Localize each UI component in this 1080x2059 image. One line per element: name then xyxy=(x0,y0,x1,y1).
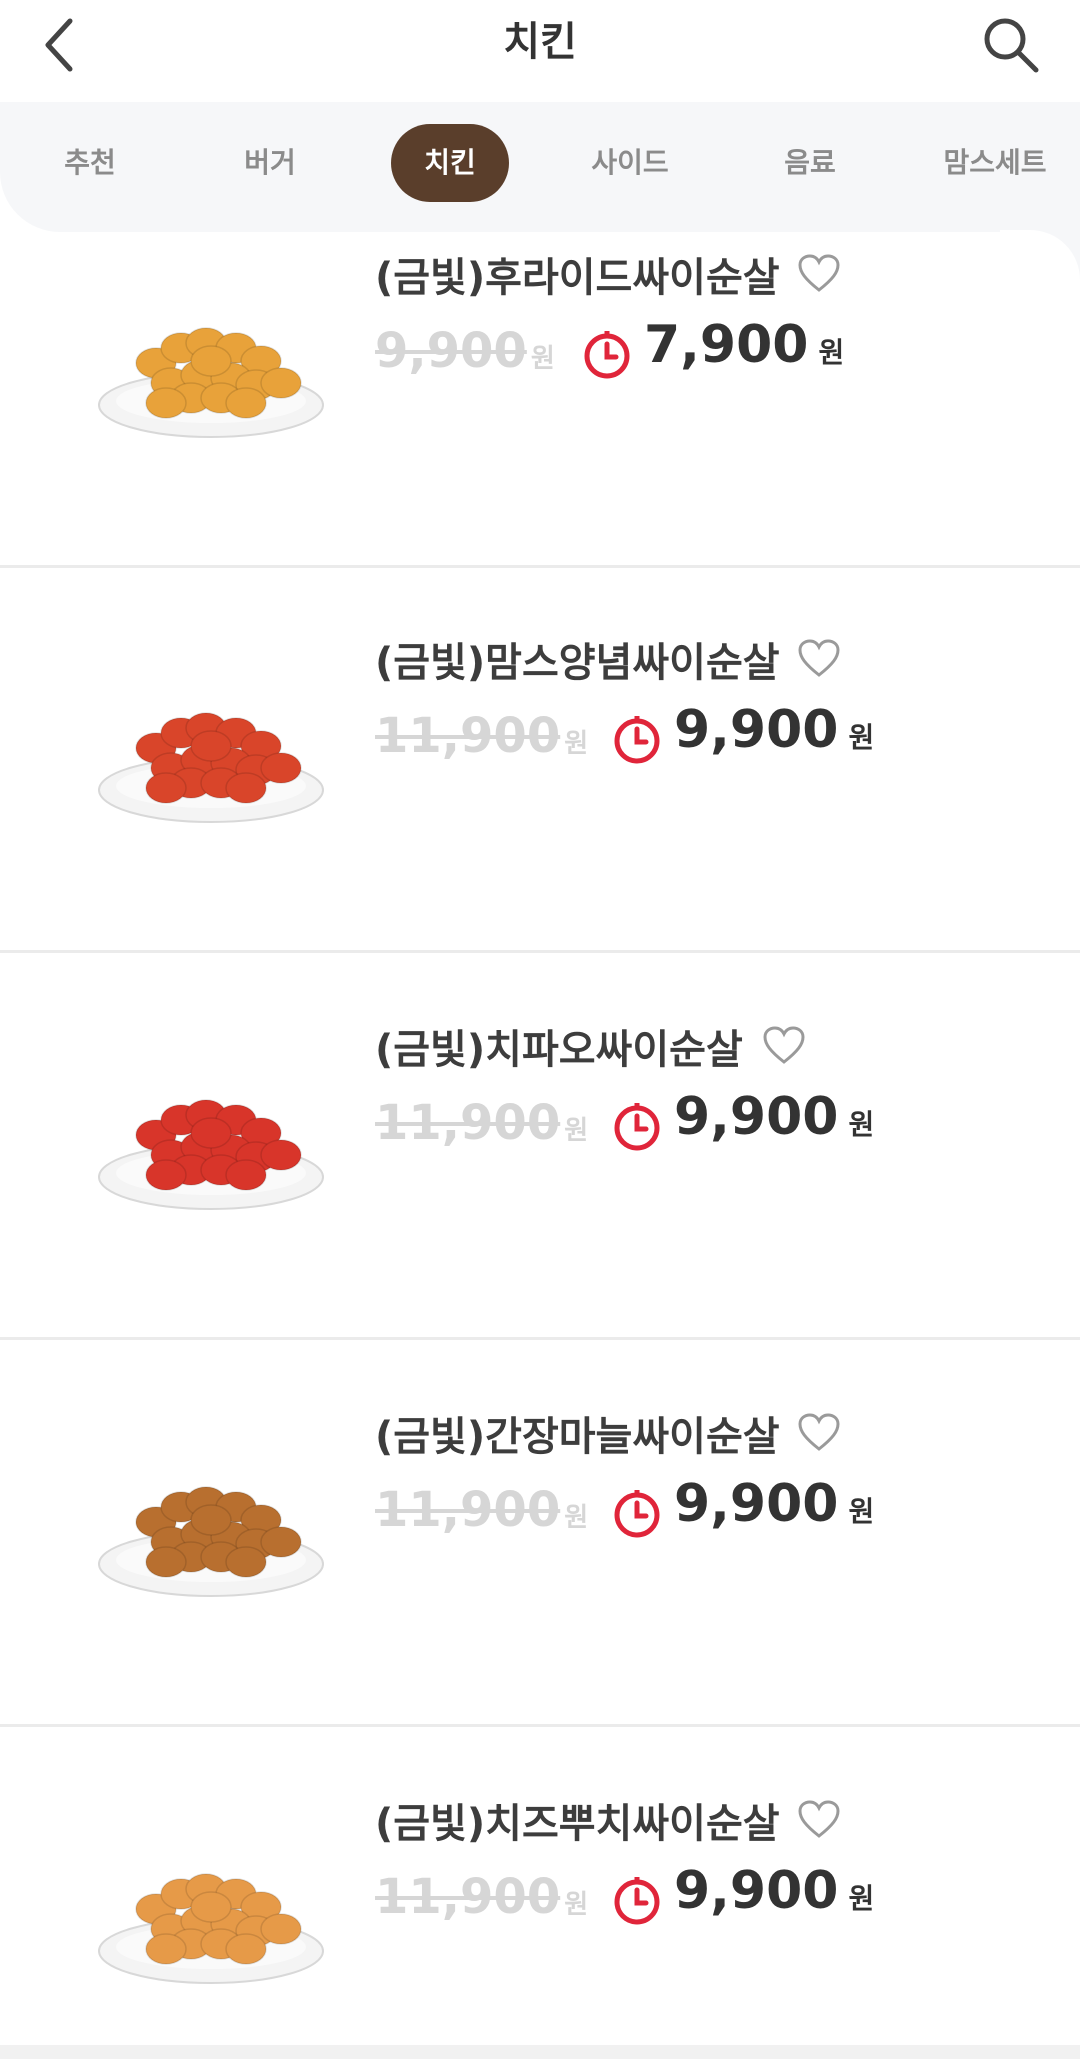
product-name: (금빛)후라이드싸이순살 xyxy=(375,255,780,301)
original-price-value: 11,900 xyxy=(375,1095,561,1151)
sale-price: 9,900 원 xyxy=(674,700,874,760)
original-price-value: 11,900 xyxy=(375,1869,561,1925)
sale-price-value: 9,900 xyxy=(674,1474,839,1534)
product-item[interactable]: (금빛)맘스양념싸이순살 11,900 원 9,900 원 xyxy=(0,568,1080,953)
heart-icon[interactable] xyxy=(762,1025,806,1065)
sale-price-unit: 원 xyxy=(848,1108,875,1141)
product-item[interactable]: (금빛)후라이드싸이순살 9,900 원 7,900 원 xyxy=(0,183,1080,568)
sale-price-value: 9,900 xyxy=(674,1087,839,1147)
sale-price-value: 9,900 xyxy=(674,1861,839,1921)
sale-price-value: 9,900 xyxy=(674,700,839,760)
chicken-image[interactable] xyxy=(96,1839,326,1989)
original-price: 11,900 원 xyxy=(375,708,588,764)
heart-icon[interactable] xyxy=(797,638,841,678)
chicken-image[interactable] xyxy=(96,1452,326,1602)
sale-price: 7,900 원 xyxy=(644,315,844,375)
sale-price-unit: 원 xyxy=(848,1882,875,1915)
original-price: 11,900 원 xyxy=(375,1095,588,1151)
sale-price: 9,900 원 xyxy=(674,1861,874,1921)
timer-icon xyxy=(614,1490,660,1538)
timer-icon xyxy=(584,331,630,379)
original-price-value: 11,900 xyxy=(375,1482,561,1538)
original-price-unit: 원 xyxy=(564,1503,589,1533)
sale-price-unit: 원 xyxy=(848,721,875,754)
product-name: (금빛)치파오싸이순살 xyxy=(375,1027,743,1073)
original-price-value: 11,900 xyxy=(375,708,561,764)
chicken-image[interactable] xyxy=(96,293,326,443)
product-name: (금빛)치즈뿌치싸이순살 xyxy=(375,1801,780,1847)
original-price-unit: 원 xyxy=(530,344,555,374)
product-name: (금빛)맘스양념싸이순살 xyxy=(375,640,780,686)
product-item[interactable]: (금빛)치파오싸이순살 11,900 원 9,900 원 xyxy=(0,955,1080,1340)
product-item[interactable]: (금빛)간장마늘싸이순살 11,900 원 9,900 원 xyxy=(0,1342,1080,1727)
bottom-divider xyxy=(0,2045,1080,2059)
chicken-image[interactable] xyxy=(96,1065,326,1215)
search-button[interactable] xyxy=(978,12,1044,78)
sale-price-value: 7,900 xyxy=(644,315,809,375)
sale-price: 9,900 원 xyxy=(674,1474,874,1534)
original-price: 11,900 원 xyxy=(375,1482,588,1538)
page-title: 치킨 xyxy=(503,19,577,65)
original-price-value: 9,900 xyxy=(375,323,527,379)
sale-price-unit: 원 xyxy=(848,1495,875,1528)
timer-icon xyxy=(614,716,660,764)
sale-price-unit: 원 xyxy=(818,336,845,369)
heart-icon[interactable] xyxy=(797,1412,841,1452)
original-price-unit: 원 xyxy=(564,1116,589,1146)
product-item[interactable]: (금빛)치즈뿌치싸이순살 11,900 원 9,900 원 xyxy=(0,1729,1080,2059)
app-header: 치킨 xyxy=(0,0,1080,102)
product-name: (금빛)간장마늘싸이순살 xyxy=(375,1414,780,1460)
search-icon xyxy=(984,18,1039,73)
original-price-unit: 원 xyxy=(564,729,589,759)
original-price: 9,900 원 xyxy=(375,323,555,379)
original-price-unit: 원 xyxy=(564,1890,589,1920)
sale-price: 9,900 원 xyxy=(674,1087,874,1147)
timer-icon xyxy=(614,1877,660,1925)
heart-icon[interactable] xyxy=(797,253,841,293)
original-price: 11,900 원 xyxy=(375,1869,588,1925)
chicken-image[interactable] xyxy=(96,678,326,828)
timer-icon xyxy=(614,1103,660,1151)
heart-icon[interactable] xyxy=(797,1799,841,1839)
